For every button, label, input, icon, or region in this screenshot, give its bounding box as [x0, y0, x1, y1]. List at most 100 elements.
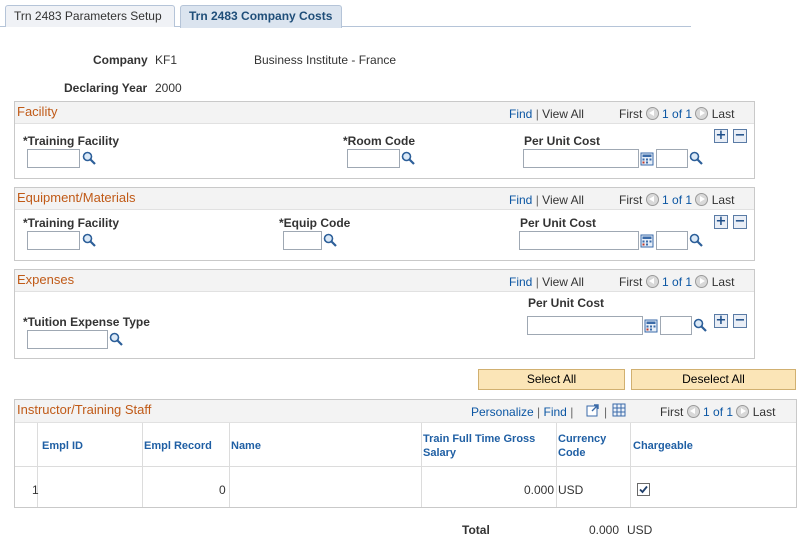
- equipment-equip-code-label: *Equip Code: [279, 216, 351, 230]
- delete-row-icon[interactable]: −: [733, 215, 747, 229]
- tab-parameters-setup[interactable]: Trn 2483 Parameters Setup: [5, 5, 175, 27]
- facility-view-all-link[interactable]: View All: [542, 107, 584, 121]
- facility-last[interactable]: Last: [712, 107, 735, 121]
- equipment-currency-input[interactable]: [656, 231, 688, 250]
- lookup-icon[interactable]: [689, 233, 703, 247]
- staff-personalize-link[interactable]: Personalize: [471, 405, 534, 419]
- col-divider: [556, 423, 557, 507]
- equipment-pager: First 1 of 1 Last: [619, 193, 734, 207]
- lookup-icon[interactable]: [82, 151, 96, 165]
- next-icon[interactable]: [736, 405, 750, 418]
- facility-nav: Find | View All: [509, 107, 584, 121]
- facility-training-facility-label: *Training Facility: [23, 134, 120, 148]
- delete-row-icon[interactable]: −: [733, 314, 747, 328]
- chargeable-checkbox[interactable]: [637, 483, 650, 496]
- delete-row-icon[interactable]: −: [733, 129, 747, 143]
- expenses-count: 1 of 1: [662, 275, 693, 289]
- expenses-per-unit-cost-input[interactable]: [527, 316, 643, 335]
- calculator-icon[interactable]: [640, 152, 654, 166]
- facility-per-unit-cost-input[interactable]: [523, 149, 639, 168]
- equipment-first[interactable]: First: [619, 193, 642, 207]
- calculator-icon[interactable]: [644, 319, 658, 333]
- download-grid-icon[interactable]: [612, 403, 626, 417]
- expenses-section: Expenses Find | View All First 1 of 1 La…: [14, 269, 755, 359]
- staff-first[interactable]: First: [660, 405, 683, 419]
- declaring-year-label: Declaring Year: [64, 81, 148, 95]
- expenses-view-all-link[interactable]: View All: [542, 275, 584, 289]
- prev-icon[interactable]: [645, 107, 659, 120]
- separator: |: [570, 405, 574, 419]
- row-salary: 0.000: [524, 483, 555, 497]
- col-empl-record[interactable]: Empl Record: [144, 439, 212, 453]
- equipment-count: 1 of 1: [662, 193, 693, 207]
- total-value: 0.000: [589, 523, 620, 537]
- lookup-icon[interactable]: [109, 332, 123, 346]
- expenses-nav: Find | View All: [509, 275, 584, 289]
- facility-room-code-label: *Room Code: [343, 134, 415, 148]
- add-row-icon[interactable]: +: [714, 129, 728, 143]
- lookup-icon[interactable]: [401, 151, 415, 165]
- col-chargeable[interactable]: Chargeable: [633, 439, 693, 453]
- separator: |: [535, 193, 539, 207]
- equipment-equip-code-input[interactable]: [283, 231, 322, 250]
- company-label: Company: [93, 53, 148, 67]
- equipment-training-facility-input[interactable]: [27, 231, 80, 250]
- expenses-currency-input[interactable]: [660, 316, 692, 335]
- expenses-pager: First 1 of 1 Last: [619, 275, 734, 289]
- next-icon[interactable]: [695, 107, 709, 120]
- staff-nav: Personalize | Find |: [471, 405, 573, 419]
- tab-company-costs[interactable]: Trn 2483 Company Costs: [180, 5, 342, 28]
- header-divider: [15, 466, 796, 467]
- select-all-button[interactable]: Select All: [478, 369, 625, 390]
- col-currency-code[interactable]: Currency Code: [558, 432, 618, 460]
- expenses-title: Expenses: [17, 272, 75, 287]
- company-name: Business Institute - France: [254, 53, 397, 67]
- checkmark-icon: [639, 485, 648, 494]
- expenses-last[interactable]: Last: [712, 275, 735, 289]
- equipment-last[interactable]: Last: [712, 193, 735, 207]
- facility-first[interactable]: First: [619, 107, 642, 121]
- next-icon[interactable]: [695, 275, 709, 288]
- lookup-icon[interactable]: [689, 151, 703, 165]
- row-number: 1: [32, 483, 39, 497]
- prev-icon[interactable]: [645, 193, 659, 206]
- expenses-first[interactable]: First: [619, 275, 642, 289]
- add-row-icon[interactable]: +: [714, 215, 728, 229]
- equipment-per-unit-cost-input[interactable]: [519, 231, 639, 250]
- calculator-icon[interactable]: [640, 234, 654, 248]
- equipment-view-all-link[interactable]: View All: [542, 193, 584, 207]
- staff-last[interactable]: Last: [753, 405, 776, 419]
- expenses-find-link[interactable]: Find: [509, 275, 532, 289]
- add-row-icon[interactable]: +: [714, 314, 728, 328]
- lookup-icon[interactable]: [323, 233, 337, 247]
- lookup-icon[interactable]: [82, 233, 96, 247]
- facility-per-unit-cost-label: Per Unit Cost: [524, 134, 601, 148]
- deselect-all-button[interactable]: Deselect All: [631, 369, 796, 390]
- equipment-find-link[interactable]: Find: [509, 193, 532, 207]
- equipment-training-facility-label: *Training Facility: [23, 216, 120, 230]
- facility-currency-input[interactable]: [656, 149, 688, 168]
- facility-training-facility-input[interactable]: [27, 149, 80, 168]
- col-divider: [630, 423, 631, 507]
- staff-pager: First 1 of 1 Last: [660, 405, 775, 419]
- total-currency: USD: [627, 523, 653, 537]
- facility-room-code-input[interactable]: [347, 149, 400, 168]
- expenses-per-unit-cost-label: Per Unit Cost: [528, 296, 605, 310]
- declaring-year-value: 2000: [155, 81, 182, 95]
- col-salary[interactable]: Train Full Time Gross Salary: [423, 432, 553, 460]
- prev-icon[interactable]: [686, 405, 700, 418]
- col-empl-id[interactable]: Empl ID: [42, 439, 83, 453]
- next-icon[interactable]: [695, 193, 709, 206]
- facility-find-link[interactable]: Find: [509, 107, 532, 121]
- staff-find-link[interactable]: Find: [544, 405, 567, 419]
- view-all-icon[interactable]: [586, 403, 600, 417]
- lookup-icon[interactable]: [693, 318, 707, 332]
- instructor-staff-grid: Instructor/Training Staff Personalize | …: [14, 399, 797, 508]
- col-divider: [142, 423, 143, 507]
- expenses-tuition-expense-type-input[interactable]: [27, 330, 108, 349]
- separator: |: [537, 405, 541, 419]
- separator: |: [604, 405, 608, 419]
- company-code: KF1: [155, 53, 178, 67]
- col-name[interactable]: Name: [231, 439, 261, 453]
- prev-icon[interactable]: [645, 275, 659, 288]
